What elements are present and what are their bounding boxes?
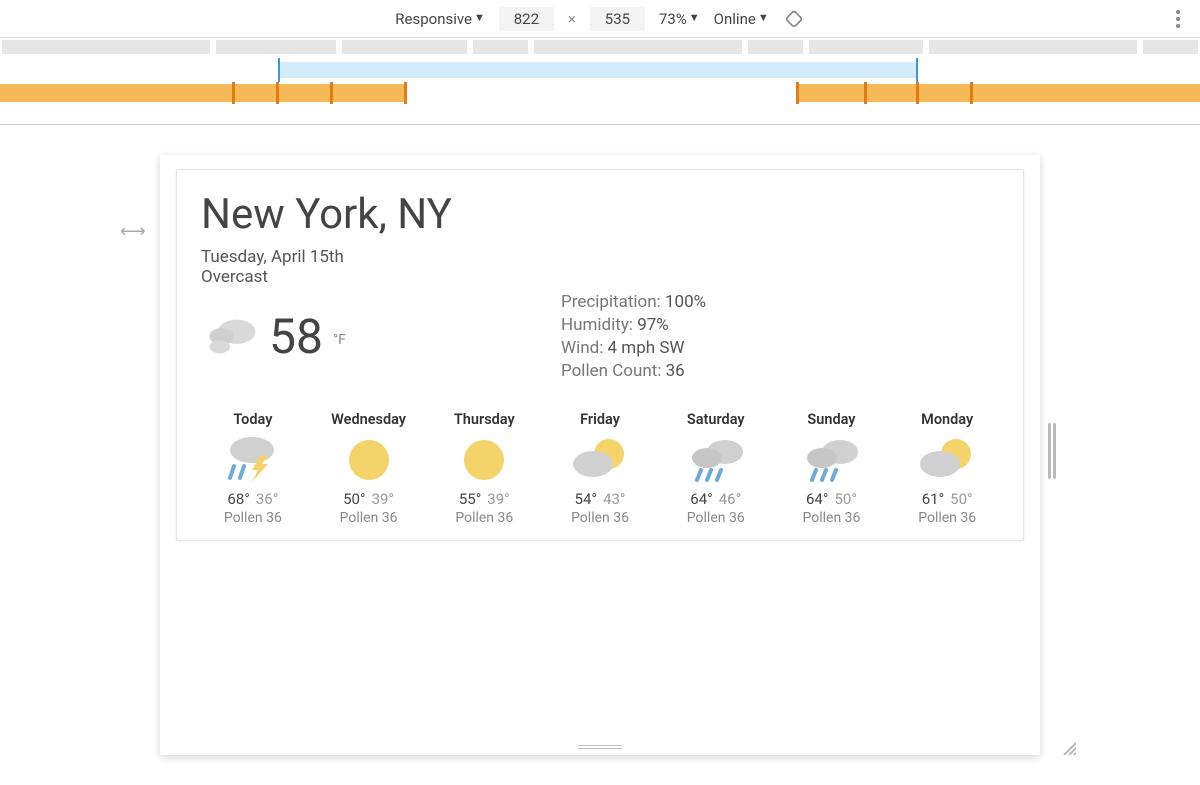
day-pollen: Pollen 36 <box>548 510 652 526</box>
pollen-count-value: 36 <box>666 361 685 381</box>
day-temps: 68° 36° <box>201 490 305 508</box>
day-high: 61° <box>922 490 944 508</box>
day-name: Saturday <box>664 411 768 428</box>
resize-handle-left[interactable]: ⟷ <box>120 221 146 242</box>
current-temp: 58 <box>269 313 323 361</box>
day-low: 43° <box>603 490 625 508</box>
day-pollen: Pollen 36 <box>664 510 768 526</box>
day-low: 39° <box>372 490 394 508</box>
condition-text: Overcast <box>201 267 999 287</box>
height-input[interactable] <box>590 7 645 31</box>
device-mode-label: Responsive <box>395 10 472 28</box>
forecast-day[interactable]: Wednesday 50° 39° Pollen 36 <box>317 411 421 526</box>
rotate-button[interactable] <box>783 8 805 30</box>
forecast-day[interactable]: Today 68° 36° Pollen 36 <box>201 411 305 526</box>
forecast-day[interactable]: Sunday 64° 50° Pollen 36 <box>780 411 884 526</box>
humidity-label: Humidity: <box>561 315 633 335</box>
humidity-value: 97% <box>637 315 669 335</box>
day-pollen: Pollen 36 <box>317 510 421 526</box>
day-name: Thursday <box>432 411 536 428</box>
day-name: Monday <box>895 411 999 428</box>
day-low: 50° <box>950 490 972 508</box>
partly-icon <box>912 434 982 484</box>
device-toolbar: Responsive ▼ × 73% ▼ Online ▼ <box>0 0 1200 38</box>
day-name: Friday <box>548 411 652 428</box>
zoom-label: 73% <box>659 10 687 28</box>
media-query-bars[interactable] <box>0 84 1200 124</box>
storm-icon <box>218 434 288 484</box>
day-low: 39° <box>487 490 509 508</box>
network-label: Online <box>714 10 756 28</box>
weather-card: New York, NY Tuesday, April 15th Overcas… <box>176 169 1024 541</box>
day-temps: 50° 39° <box>317 490 421 508</box>
day-pollen: Pollen 36 <box>201 510 305 526</box>
day-low: 36° <box>256 490 278 508</box>
temp-unit: °F <box>333 332 346 348</box>
day-pollen: Pollen 36 <box>780 510 884 526</box>
day-high: 55° <box>459 490 481 508</box>
caret-down-icon: ▼ <box>758 11 769 24</box>
caret-down-icon: ▼ <box>474 11 485 24</box>
more-options-button[interactable] <box>1176 0 1180 37</box>
day-pollen: Pollen 36 <box>432 510 536 526</box>
sun-icon <box>449 434 519 484</box>
resize-handle-right[interactable] <box>1048 423 1058 479</box>
day-high: 54° <box>575 490 597 508</box>
pollen-count-label: Pollen Count: <box>561 361 661 381</box>
day-temps: 55° 39° <box>432 490 536 508</box>
precip-value: 100% <box>665 292 706 312</box>
resize-handle-corner[interactable] <box>1060 739 1076 755</box>
breakpoint-ruler <box>0 38 1200 125</box>
forecast-row: Today 68° 36° Pollen 36 Wednesday 50° 39° … <box>201 411 999 526</box>
rain-icon <box>681 434 751 484</box>
day-high: 64° <box>690 490 712 508</box>
day-temps: 64° 50° <box>780 490 884 508</box>
network-dropdown[interactable]: Online ▼ <box>714 10 769 28</box>
emulated-viewport-area: ⟷ New York, NY Tuesday, April 15th Overc… <box>0 125 1200 785</box>
forecast-day[interactable]: Monday 61° 50° Pollen 36 <box>895 411 999 526</box>
day-name: Sunday <box>780 411 884 428</box>
forecast-day[interactable]: Friday 54° 43° Pollen 36 <box>548 411 652 526</box>
day-temps: 61° 50° <box>895 490 999 508</box>
ruler-segments <box>0 38 1200 56</box>
location-title: New York, NY <box>201 190 999 239</box>
partly-icon <box>565 434 635 484</box>
rain-icon <box>796 434 866 484</box>
emulated-viewport: New York, NY Tuesday, April 15th Overcas… <box>160 155 1040 755</box>
zoom-dropdown[interactable]: 73% ▼ <box>659 10 700 28</box>
day-temps: 64° 46° <box>664 490 768 508</box>
viewport-range-bar[interactable] <box>0 56 1200 84</box>
day-pollen: Pollen 36 <box>895 510 999 526</box>
day-temps: 54° 43° <box>548 490 652 508</box>
forecast-day[interactable]: Thursday 55° 39° Pollen 36 <box>432 411 536 526</box>
overcast-icon <box>201 313 261 361</box>
caret-down-icon: ▼ <box>689 11 700 24</box>
rotate-icon <box>784 9 804 29</box>
resize-handle-bottom[interactable] <box>578 745 622 749</box>
day-name: Today <box>201 411 305 428</box>
device-mode-dropdown[interactable]: Responsive ▼ <box>395 10 485 28</box>
day-high: 68° <box>227 490 249 508</box>
day-high: 50° <box>343 490 365 508</box>
sun-icon <box>334 434 404 484</box>
current-details: Precipitation: 100% Humidity: 97% Wind: … <box>561 291 706 383</box>
day-low: 50° <box>834 490 856 508</box>
forecast-day[interactable]: Saturday 64° 46° Pollen 36 <box>664 411 768 526</box>
dimension-separator: × <box>568 10 576 28</box>
width-input[interactable] <box>499 7 554 31</box>
date-text: Tuesday, April 15th <box>201 247 999 267</box>
current-conditions-row: 58 °F Precipitation: 100% Humidity: 97% … <box>201 291 999 383</box>
wind-label: Wind: <box>561 338 603 358</box>
wind-value: 4 mph SW <box>608 338 685 358</box>
day-low: 46° <box>719 490 741 508</box>
day-high: 64° <box>806 490 828 508</box>
day-name: Wednesday <box>317 411 421 428</box>
current-temp-block: 58 °F <box>201 291 561 383</box>
precip-label: Precipitation: <box>561 292 661 312</box>
